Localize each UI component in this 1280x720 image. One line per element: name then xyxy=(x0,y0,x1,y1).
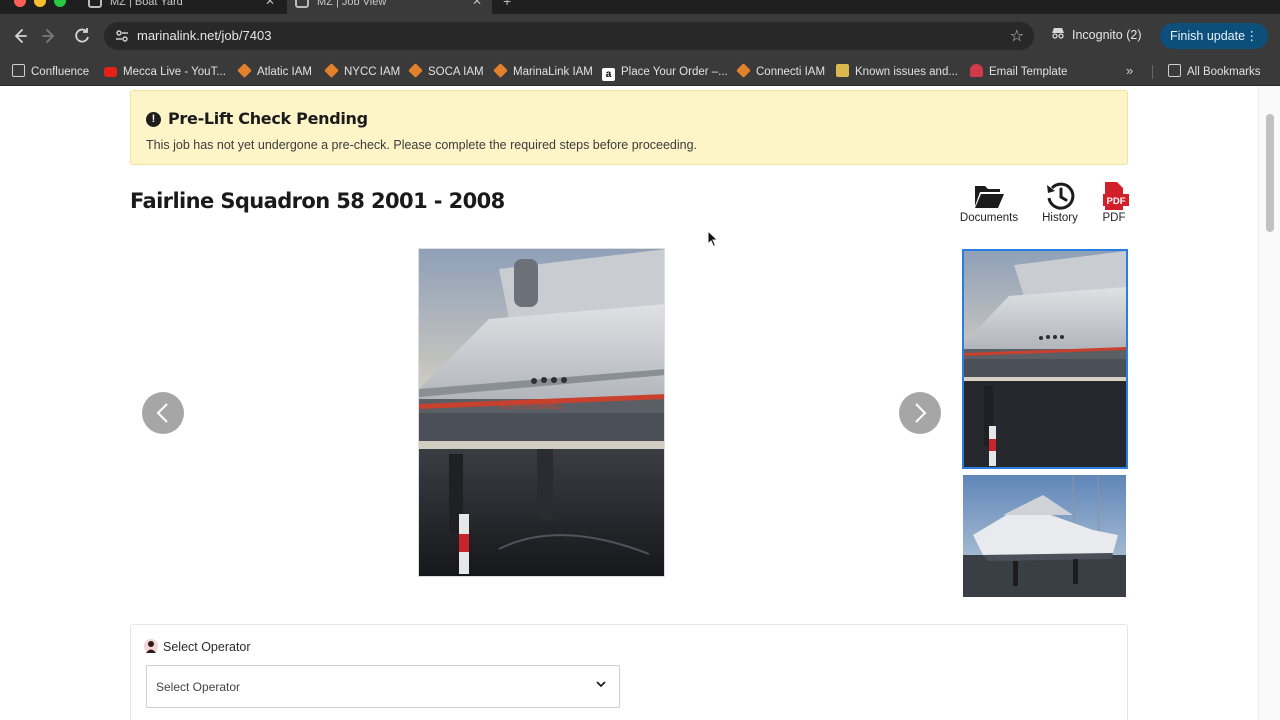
tab-favicon-icon xyxy=(295,0,309,8)
back-arrow-icon[interactable] xyxy=(7,24,31,48)
cube-icon xyxy=(237,63,252,78)
gallery-thumbnail-selected[interactable] xyxy=(962,249,1128,469)
gallery-thumbnail[interactable] xyxy=(963,475,1126,597)
history-icon xyxy=(1047,182,1075,210)
bookmarks-divider xyxy=(1152,65,1153,79)
operator-label: Select Operator xyxy=(163,640,251,654)
operator-select[interactable]: Select Operator xyxy=(146,665,620,708)
browser-tab-strip: MZ | Boat Yard ✕ MZ | Job View ✕ + xyxy=(0,0,1280,14)
documents-button[interactable]: Documents xyxy=(954,180,1024,224)
menu-dots-icon[interactable]: ⋮ xyxy=(1246,23,1259,49)
site-settings-icon[interactable] xyxy=(114,28,130,44)
pdf-button[interactable]: PDF PDF xyxy=(1079,180,1149,224)
browser-tab[interactable]: MZ | Boat Yard ✕ xyxy=(80,0,285,14)
bookmark-label: Confluence xyxy=(31,66,90,78)
address-bar[interactable]: marinalink.net/job/7403 ☆ xyxy=(104,22,1034,50)
scrollbar-thumb[interactable] xyxy=(1266,114,1274,232)
bookmark-label: NYCC IAM xyxy=(344,66,401,78)
cube-icon xyxy=(408,63,423,78)
operator-card: Select Operator Select Operator xyxy=(130,624,1128,720)
boat-stern-image: ROTORSWING xyxy=(419,249,664,576)
pdf-label: PDF xyxy=(1102,212,1126,224)
page-title: Fairline Squadron 58 2001 - 2008 xyxy=(130,189,505,213)
boat-stern-thumbnail xyxy=(964,251,1126,467)
bookmark-label: Known issues and... xyxy=(855,66,958,78)
folder-icon xyxy=(1168,64,1181,77)
cube-icon xyxy=(324,63,339,78)
bookmark-item[interactable]: a Place Your Order –... xyxy=(602,63,728,81)
bookmark-label: Atlatic IAM xyxy=(257,66,312,78)
documents-label: Documents xyxy=(959,212,1019,224)
bookmark-item[interactable]: Known issues and... xyxy=(836,63,958,81)
bookmark-item[interactable]: Confluence xyxy=(12,63,89,81)
package-icon xyxy=(836,64,849,77)
bookmarks-bar: Confluence Mecca Live - YouT... Atlatic … xyxy=(0,58,1280,86)
url-text: marinalink.net/job/7403 xyxy=(137,28,272,43)
folder-open-icon xyxy=(975,186,1004,208)
chevron-double-right-icon[interactable]: » xyxy=(1126,63,1133,78)
amazon-icon: a xyxy=(602,68,615,81)
template-icon xyxy=(970,64,983,77)
alert-title: Pre-Lift Check Pending xyxy=(168,109,368,128)
youtube-icon xyxy=(104,67,117,77)
chevron-right-icon xyxy=(915,403,927,423)
bookmark-label: MarinaLink IAM xyxy=(513,66,593,78)
main-boat-photo[interactable]: ROTORSWING xyxy=(418,248,665,577)
bookmark-label: Place Your Order –... xyxy=(621,66,728,78)
incognito-label: Incognito (2) xyxy=(1072,28,1142,42)
bookmark-star-icon[interactable]: ☆ xyxy=(1010,26,1024,46)
chevron-down-icon xyxy=(596,681,606,688)
bookmark-label: SOCA IAM xyxy=(428,66,484,78)
cube-icon xyxy=(493,63,508,78)
chevron-left-icon xyxy=(156,403,168,423)
incognito-icon xyxy=(1050,27,1066,42)
tab-favicon-icon xyxy=(88,0,102,8)
bookmark-item[interactable]: MarinaLink IAM xyxy=(493,63,593,81)
svg-text:PDF: PDF xyxy=(1107,196,1126,207)
tab-title: MZ | Job View xyxy=(317,0,387,8)
boat-side-thumbnail xyxy=(963,475,1126,597)
bookmark-item[interactable]: SOCA IAM xyxy=(408,63,484,81)
page-content: ! Pre-Lift Check Pending This job has no… xyxy=(0,86,1280,720)
folder-icon xyxy=(12,64,25,77)
all-bookmarks-button[interactable]: All Bookmarks xyxy=(1168,63,1261,81)
all-bookmarks-label: All Bookmarks xyxy=(1187,66,1261,78)
bookmark-label: Mecca Live - YouT... xyxy=(123,66,226,78)
user-icon xyxy=(144,639,158,653)
incognito-indicator[interactable]: Incognito (2) xyxy=(1050,27,1141,42)
browser-toolbar: marinalink.net/job/7403 ☆ Incognito (2) … xyxy=(0,14,1280,58)
maximize-window-button[interactable] xyxy=(54,0,66,7)
carousel-prev-button[interactable] xyxy=(142,392,184,434)
forward-arrow-icon[interactable] xyxy=(38,24,62,48)
carousel-next-button[interactable] xyxy=(899,392,941,434)
bookmark-label: Email Template xyxy=(989,66,1068,78)
browser-tab-active[interactable]: MZ | Job View ✕ xyxy=(287,0,492,14)
bookmark-label: Connecti IAM xyxy=(756,66,826,78)
close-window-button[interactable] xyxy=(14,0,26,7)
bookmark-item[interactable]: Atlatic IAM xyxy=(237,63,312,81)
page-scrollbar[interactable] xyxy=(1258,86,1280,720)
bookmark-item[interactable]: NYCC IAM xyxy=(324,63,401,81)
cube-icon xyxy=(736,63,751,78)
tab-title: MZ | Boat Yard xyxy=(110,0,183,8)
alert-message: This job has not yet undergone a pre-che… xyxy=(146,138,698,152)
pre-lift-alert: ! Pre-Lift Check Pending This job has no… xyxy=(130,90,1128,165)
bookmark-item[interactable]: Email Template xyxy=(970,63,1067,81)
pdf-icon: PDF xyxy=(1103,182,1129,210)
minimize-window-button[interactable] xyxy=(34,0,46,7)
bookmark-item[interactable]: Mecca Live - YouT... xyxy=(104,63,226,81)
finish-update-button[interactable]: Finish update ⋮ xyxy=(1160,23,1268,49)
mouse-cursor-icon xyxy=(707,230,719,248)
close-tab-icon[interactable]: ✕ xyxy=(265,0,275,8)
finish-update-label: Finish update xyxy=(1170,29,1246,43)
close-tab-icon[interactable]: ✕ xyxy=(472,0,482,8)
exclamation-icon: ! xyxy=(146,112,161,127)
hull-lettering: ROTORSWING xyxy=(499,401,562,411)
new-tab-icon[interactable]: + xyxy=(503,0,511,9)
operator-select-value: Select Operator xyxy=(156,680,241,694)
reload-icon[interactable] xyxy=(70,24,94,48)
bookmark-item[interactable]: Connecti IAM xyxy=(736,63,826,81)
